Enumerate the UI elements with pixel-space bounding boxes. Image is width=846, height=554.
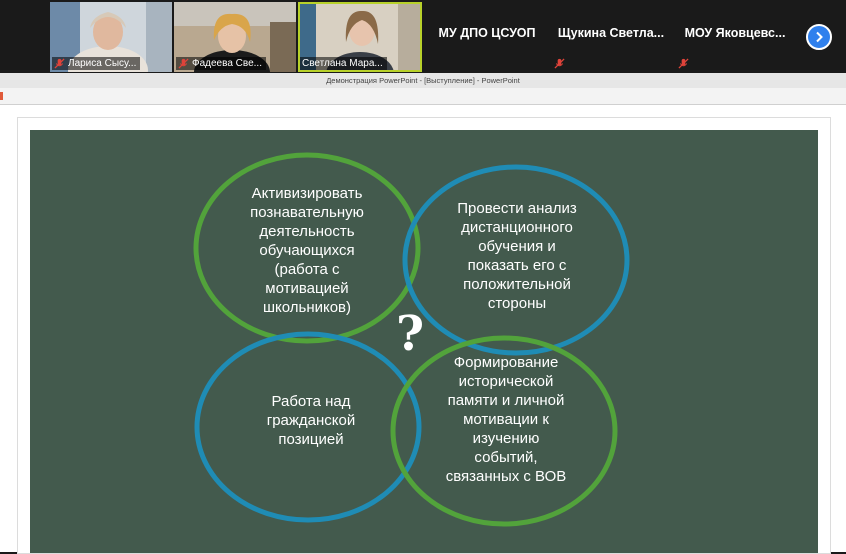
- participant-name: Фадеева Све...: [192, 58, 262, 69]
- participant-name: Щукина Светла...: [557, 26, 665, 40]
- muted-mic-icon: [178, 58, 189, 69]
- participant-name: Лариса Сысу...: [68, 58, 137, 69]
- circle-text-bottom-right: Формирование исторической памяти и лично…: [445, 354, 567, 485]
- participant-tile[interactable]: МОУ Яковцевс...: [674, 2, 796, 72]
- muted-mic-icon: [678, 58, 689, 69]
- slide-frame: Активизировать познавательную деятельнос…: [17, 117, 831, 554]
- chevron-right-icon: [816, 31, 823, 43]
- participant-name-bar: Фадеева Све...: [176, 57, 266, 70]
- participant-name-bar: Лариса Сысу...: [52, 57, 141, 70]
- muted-mic-icon: [54, 58, 65, 69]
- participant-tile[interactable]: МУ ДПО ЦСУОП: [426, 2, 548, 72]
- participant-tile-active-speaker[interactable]: Светлана Мара...: [298, 2, 422, 72]
- participant-name-bar: Светлана Мара...: [300, 57, 387, 70]
- slide-canvas: Активизировать познавательную деятельнос…: [0, 105, 846, 554]
- slide: Активизировать познавательную деятельнос…: [30, 130, 818, 553]
- window-title: Демонстрация PowerPoint - [Выступление] …: [0, 73, 846, 88]
- muted-mic-icon: [554, 58, 565, 69]
- circle-text-top-left: Активизировать познавательную деятельнос…: [250, 185, 364, 316]
- participant-name: Светлана Мара...: [302, 58, 383, 69]
- question-mark: ?: [395, 306, 425, 362]
- circle-text-top-right: Провести анализ дистанционного обучения …: [457, 200, 577, 312]
- participant-tile[interactable]: Щукина Светла...: [550, 2, 672, 72]
- circle-text-bottom-left: Работа над гражданской позицией: [266, 393, 356, 448]
- participant-strip: Лариса Сысу... Фадеева Све... Светлана М…: [0, 0, 846, 73]
- participant-name: МУ ДПО ЦСУОП: [438, 26, 536, 40]
- window-marker: [0, 92, 3, 100]
- participant-tile[interactable]: Фадеева Све...: [174, 2, 296, 72]
- participant-name: МОУ Яковцевс...: [684, 26, 786, 40]
- next-participants-button[interactable]: [806, 24, 832, 50]
- participant-tile[interactable]: Лариса Сысу...: [50, 2, 172, 72]
- window-toolbar: [0, 88, 846, 105]
